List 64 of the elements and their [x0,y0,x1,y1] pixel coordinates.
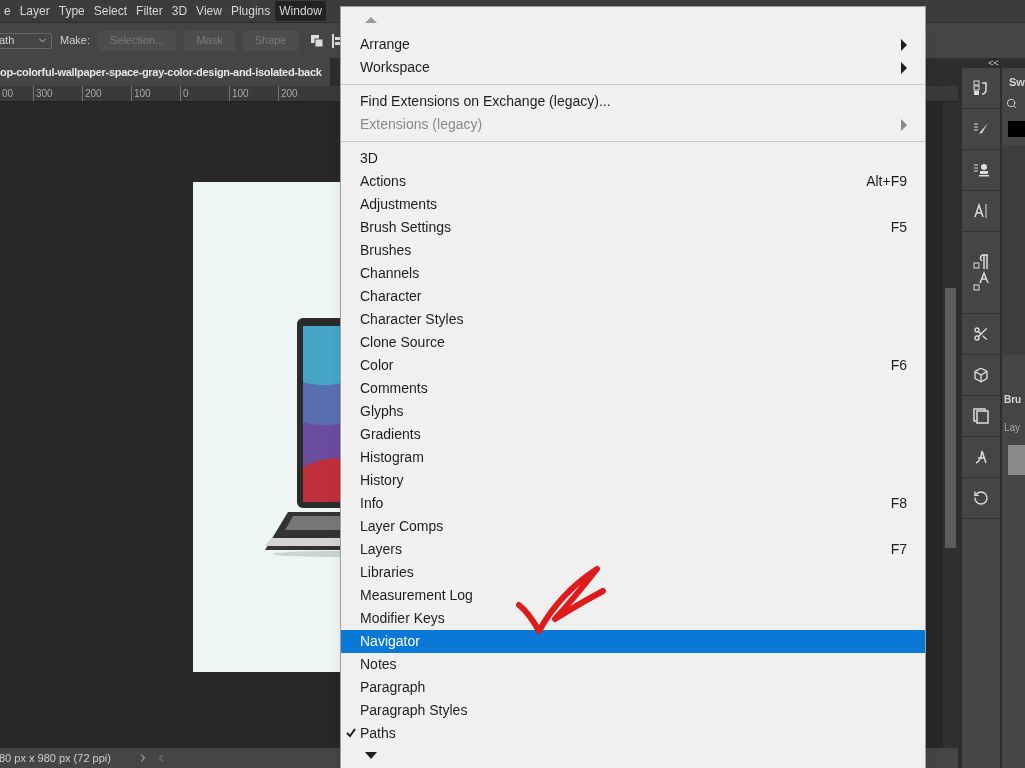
submenu-arrow-icon [901,38,907,51]
ruler-label: 100 [131,86,180,101]
ruler-label: 00 [1,87,15,101]
menu-item[interactable]: Adjustments [341,193,925,216]
collapse-panels-button[interactable]: << [988,58,999,68]
ruler-label: 200 [82,86,131,101]
menu-item[interactable]: Layer Comps [341,515,925,538]
menu-item[interactable]: Brush Settings F5 [341,216,925,239]
menu-item[interactable]: Clone Source [341,331,925,354]
menu-item[interactable]: Comments [341,377,925,400]
scrollbar-thumb[interactable] [945,288,956,548]
menu-item[interactable]: Paragraph Styles [341,699,925,722]
document-tab[interactable]: op-colorful-wallpaper-space-gray-color-design-and-isolated-back [0,58,330,86]
scroll-down-icon[interactable] [365,751,377,759]
menu-item[interactable]: Character Styles [341,308,925,331]
make-label: Make: [60,33,90,49]
panel-tab[interactable]: Sw [1002,68,1025,96]
menu-item[interactable]: Modifier Keys [341,607,925,630]
search-icon [1006,98,1017,109]
document-info: 80 px x 980 px (72 ppi) [0,750,112,766]
ruler-label: 200 [278,86,327,101]
menu-item[interactable]: Paragraph [341,676,925,699]
panel-tab[interactable]: Lay [1002,413,1025,441]
layer-thumbnail [1008,445,1025,475]
menu-bar-item[interactable]: Window [275,1,326,21]
menu-item[interactable]: Channels [341,262,925,285]
submenu-arrow-icon [901,61,907,74]
menu-bar-item[interactable]: Select [89,1,132,21]
menu-item[interactable]: Find Extensions on Exchange (legacy)... [341,90,925,113]
menu-bar-item[interactable]: View [192,1,226,21]
checkmark-icon [346,728,356,738]
vertical-scrollbar[interactable] [943,102,958,748]
menu-item[interactable]: Color F6 [341,354,925,377]
menu-item[interactable]: Character [341,285,925,308]
mode-dropdown[interactable]: ath [0,32,52,49]
menu-item[interactable]: Navigator [341,630,925,653]
menu-item[interactable]: Paths [341,722,925,745]
panel-tab[interactable]: Bru [1002,385,1025,413]
ruler-label: 300 [33,86,82,101]
submenu-arrow-icon [901,118,907,131]
ruler-label: 100 [229,86,278,101]
menu-item[interactable]: Histogram [341,446,925,469]
menu-item[interactable]: Libraries [341,561,925,584]
menu-item[interactable]: Info F8 [341,492,925,515]
menu-item[interactable]: Measurement Log [341,584,925,607]
ruler-label: 0 [180,86,229,101]
menu-item[interactable]: Workspace [341,56,925,79]
menu-item[interactable]: Layers F7 [341,538,925,561]
menu-item[interactable]: Actions Alt+F9 [341,170,925,193]
menu-bar-item[interactable]: Filter [132,1,167,21]
color-swatch [1008,121,1025,137]
menu-item[interactable]: Brushes [341,239,925,262]
path-operations-icon[interactable] [310,33,325,48]
menu-bar-item[interactable]: Plugins [226,1,275,21]
menu-bar-item[interactable]: 3D [167,1,192,21]
menu-item[interactable]: Glyphs [341,400,925,423]
menu-item[interactable]: Arrange [341,33,925,56]
menu-item[interactable]: History [341,469,925,492]
menu-item[interactable]: Notes [341,653,925,676]
menu-bar-item[interactable]: Layer [15,1,54,21]
menu-bar-item[interactable]: Type [54,1,89,21]
menu-item[interactable]: Gradients [341,423,925,446]
menu-bar-item[interactable]: e [0,1,15,21]
menu-item[interactable]: 3D [341,147,925,170]
